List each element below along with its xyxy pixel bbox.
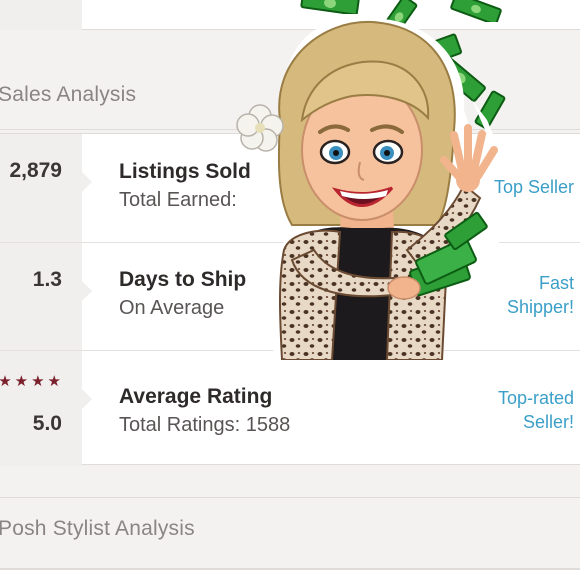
average-rating-title: Average Rating (119, 385, 273, 408)
next-card-strip (0, 569, 580, 580)
days-to-ship-value: 1.3 (32, 268, 62, 291)
stat-value-cell: ★★★★ 5.0 (0, 351, 92, 466)
stat-value-cell: 1.3 (0, 243, 92, 350)
stat-value-cell: 2,879 (0, 134, 92, 242)
bitmoji-sticker (236, 17, 502, 360)
rating-stars: ★★★★ (0, 373, 64, 390)
total-ratings-label: Total Ratings: 1588 (119, 414, 291, 436)
listings-sold-value: 2,879 (9, 159, 62, 182)
top-rated-seller-badge: Top-rated Seller! (497, 388, 574, 432)
on-average-label: On Average (119, 297, 225, 319)
sales-analysis-title: Sales Analysis (0, 83, 137, 106)
days-to-ship-title: Days to Ship (119, 268, 247, 291)
stat-row-average-rating: ★★★★ 5.0 Average Rating Total Ratings: 1… (0, 350, 580, 466)
average-rating-value: 5.0 (32, 412, 62, 435)
posh-stylist-analysis-header: Posh Stylist Analysis (0, 497, 580, 569)
previous-card-left-column (0, 0, 82, 30)
total-earned-label: Total Earned: (119, 189, 237, 211)
posh-stylist-analysis-title: Posh Stylist Analysis (0, 517, 195, 540)
